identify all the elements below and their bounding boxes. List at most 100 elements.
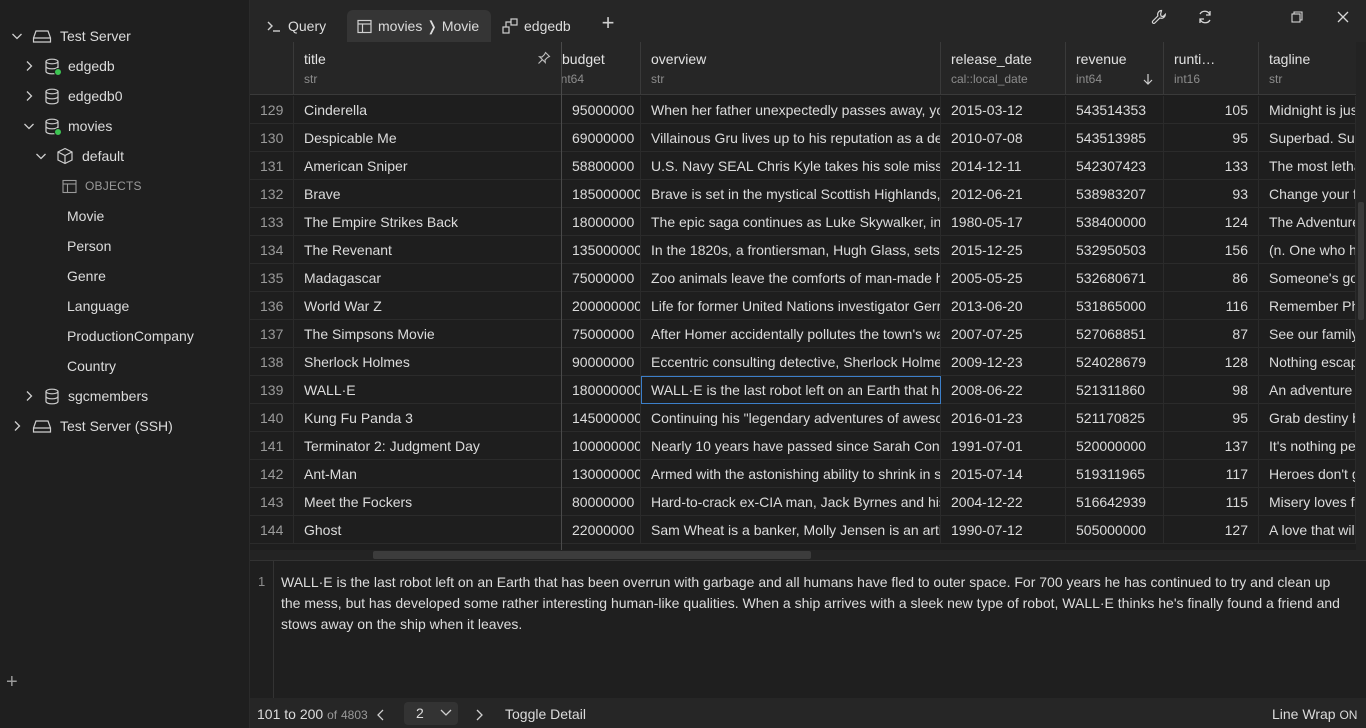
cell-overview[interactable]: Hard-to-crack ex-CIA man, Jack Byrnes an… (641, 488, 941, 516)
cell-release-date[interactable]: 1990-07-12 (941, 516, 1066, 544)
cell-revenue[interactable]: 538400000 (1066, 208, 1164, 236)
vertical-scroll-thumb[interactable] (1358, 202, 1364, 320)
add-server-icon[interactable]: + (6, 672, 24, 692)
sort-desc-icon[interactable] (1143, 72, 1153, 88)
column-header-revenue[interactable]: revenue int64 (1066, 42, 1164, 95)
cell-tagline[interactable]: See our family. And feel better (1259, 320, 1356, 348)
page-select[interactable]: 2 (404, 702, 458, 725)
cell-overview[interactable]: Zoo animals leave the comforts of man-ma… (641, 264, 941, 292)
cell-release-date[interactable]: 2012-06-21 (941, 180, 1066, 208)
detail-text[interactable]: WALL·E is the last robot left on an Eart… (281, 572, 1351, 635)
cell-budget[interactable]: 145000000 (562, 404, 641, 432)
cell-overview[interactable]: Sam Wheat is a banker, Molly Jensen is a… (641, 516, 941, 544)
cell-overview[interactable]: In the 1820s, a frontiersman, Hugh Glass… (641, 236, 941, 264)
tab-movies-movie[interactable]: movies ❭ Movie (347, 10, 491, 42)
cell-runtime[interactable]: 93 (1164, 180, 1259, 208)
sidebar-item-sgcmembers[interactable]: sgcmembers (22, 382, 148, 410)
cell-release-date[interactable]: 2015-12-25 (941, 236, 1066, 264)
cell-title[interactable]: Cinderella (294, 96, 562, 124)
cell-tagline[interactable]: Nothing escapes him. (1259, 348, 1356, 376)
cell-overview[interactable]: Villainous Gru lives up to his reputatio… (641, 124, 941, 152)
cell-revenue[interactable]: 527068851 (1066, 320, 1164, 348)
wrench-icon[interactable] (1145, 6, 1173, 28)
cell-runtime[interactable]: 86 (1164, 264, 1259, 292)
cell-budget[interactable]: 90000000 (562, 348, 641, 376)
cell-title[interactable]: Despicable Me (294, 124, 562, 152)
line-wrap-toggle[interactable]: Line Wrap ON (1272, 698, 1357, 728)
cell-tagline[interactable]: Remember Philly! (1259, 292, 1356, 320)
cell-tagline[interactable]: Superbad. Superdad. (1259, 124, 1356, 152)
sidebar-item-movie[interactable]: Movie (67, 202, 104, 230)
cell-release-date[interactable]: 2007-07-25 (941, 320, 1066, 348)
cell-title[interactable]: Kung Fu Panda 3 (294, 404, 562, 432)
cell-budget[interactable]: 130000000 (562, 460, 641, 488)
chevron-right-icon[interactable] (22, 389, 36, 403)
cell-title[interactable]: Ghost (294, 516, 562, 544)
vertical-scrollbar[interactable] (1356, 42, 1366, 560)
cell-budget[interactable]: 200000000 (562, 292, 641, 320)
column-header-runtime[interactable]: runti… int16 (1164, 42, 1259, 95)
cell-revenue[interactable]: 520000000 (1066, 432, 1164, 460)
sidebar-item-edgedb0[interactable]: edgedb0 (22, 82, 123, 110)
cell-tagline[interactable]: An adventure beyond the (1259, 376, 1356, 404)
cell-title[interactable]: American Sniper (294, 152, 562, 180)
table-row[interactable]: 131 American Sniper 58800000 U.S. Navy SEAL… (250, 152, 1356, 180)
table-row[interactable]: 140 Kung Fu Panda 3 145000000 Continuing hi… (250, 404, 1356, 432)
cell-runtime[interactable]: 127 (1164, 516, 1259, 544)
prev-page-button[interactable] (376, 698, 386, 728)
cell-tagline[interactable]: It's nothing personal. (1259, 432, 1356, 460)
cell-title[interactable]: World War Z (294, 292, 562, 320)
chevron-down-icon[interactable] (22, 119, 36, 133)
table-row[interactable]: 141 Terminator 2: Judgment Day 100000000 Ne… (250, 432, 1356, 460)
cell-revenue[interactable]: 531865000 (1066, 292, 1164, 320)
cell-title[interactable]: Madagascar (294, 264, 562, 292)
table-row[interactable]: 135 Madagascar 75000000 Zoo animals leave t… (250, 264, 1356, 292)
cell-revenue[interactable]: 521311860 (1066, 376, 1164, 404)
cell-budget[interactable]: 180000000 (562, 376, 641, 404)
cell-runtime[interactable]: 137 (1164, 432, 1259, 460)
sidebar-item-default[interactable]: default (34, 142, 124, 170)
cell-title[interactable]: Sherlock Holmes (294, 348, 562, 376)
cell-release-date[interactable]: 2005-05-25 (941, 264, 1066, 292)
cell-budget[interactable]: 135000000 (562, 236, 641, 264)
cell-overview[interactable]: Continuing his "legendary adventures of … (641, 404, 941, 432)
cell-overview[interactable]: Brave is set in the mystical Scottish Hi… (641, 180, 941, 208)
cell-tagline[interactable]: Change your fate. (1259, 180, 1356, 208)
cell-overview[interactable]: Armed with the astonishing ability to sh… (641, 460, 941, 488)
cell-title[interactable]: Terminator 2: Judgment Day (294, 432, 562, 460)
refresh-icon[interactable] (1191, 6, 1219, 28)
cell-revenue[interactable]: 524028679 (1066, 348, 1164, 376)
sidebar-item-test-server-ssh[interactable]: Test Server (SSH) (10, 412, 173, 440)
chevron-right-icon[interactable] (10, 419, 24, 433)
cell-release-date[interactable]: 2015-07-14 (941, 460, 1066, 488)
cell-tagline[interactable]: Grab destiny by the rice (1259, 404, 1356, 432)
new-tab-button[interactable]: + (598, 12, 618, 34)
column-header-title[interactable]: title str (294, 42, 562, 95)
cell-runtime[interactable]: 116 (1164, 292, 1259, 320)
table-row[interactable]: 138 Sherlock Holmes 90000000 Eccentric cons… (250, 348, 1356, 376)
cell-revenue[interactable]: 505000000 (1066, 516, 1164, 544)
column-header-overview[interactable]: overview str (641, 42, 941, 95)
sidebar-item-person[interactable]: Person (67, 232, 111, 260)
cell-revenue[interactable]: 521170825 (1066, 404, 1164, 432)
next-page-button[interactable] (474, 698, 484, 728)
tab-query[interactable]: Query (256, 10, 346, 42)
table-row[interactable]: 143 Meet the Fockers 80000000 Hard-to-crack… (250, 488, 1356, 516)
sidebar-item-country[interactable]: Country (67, 352, 116, 380)
cell-title[interactable]: The Revenant (294, 236, 562, 264)
table-row[interactable]: 139 WALL·E 180000000 WALL·E is the last rob… (250, 376, 1356, 404)
sidebar-item-movies[interactable]: movies (22, 112, 112, 140)
sidebar-item-genre[interactable]: Genre (67, 262, 106, 290)
cell-release-date[interactable]: 1980-05-17 (941, 208, 1066, 236)
cell-runtime[interactable]: 124 (1164, 208, 1259, 236)
cell-tagline[interactable]: Someone's got a zoo (1259, 264, 1356, 292)
restore-icon[interactable] (1283, 6, 1311, 28)
cell-budget[interactable]: 80000000 (562, 488, 641, 516)
cell-runtime[interactable]: 98 (1164, 376, 1259, 404)
cell-release-date[interactable]: 2014-12-11 (941, 152, 1066, 180)
column-header-tagline[interactable]: tagline str (1259, 42, 1356, 95)
table-row[interactable]: 133 The Empire Strikes Back 18000000 The ep… (250, 208, 1356, 236)
chevron-right-icon[interactable] (22, 89, 36, 103)
cell-overview[interactable]: Eccentric consulting detective, Sherlock… (641, 348, 941, 376)
cell-release-date[interactable]: 2015-03-12 (941, 96, 1066, 124)
